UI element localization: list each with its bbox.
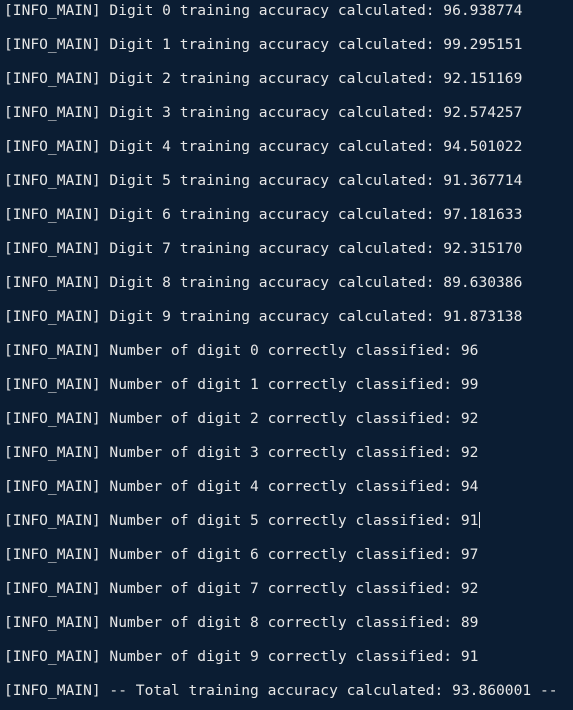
log-line: [INFO_MAIN] Digit 7 training accuracy ca…	[4, 240, 523, 257]
log-line: [INFO_MAIN] Digit 8 training accuracy ca…	[4, 274, 523, 291]
log-line: [INFO_MAIN] Digit 0 training accuracy ca…	[4, 2, 523, 19]
log-line: [INFO_MAIN] Number of digit 9 correctly …	[4, 648, 479, 665]
log-line-total: [INFO_MAIN] -- Total training accuracy c…	[4, 682, 558, 699]
log-line: [INFO_MAIN] Digit 2 training accuracy ca…	[4, 70, 523, 87]
log-line: [INFO_MAIN] Digit 6 training accuracy ca…	[4, 206, 523, 223]
log-line: [INFO_MAIN] Number of digit 4 correctly …	[4, 478, 479, 495]
text-cursor	[479, 512, 481, 528]
log-line-with-cursor: [INFO_MAIN] Number of digit 5 correctly …	[4, 511, 481, 531]
log-line: [INFO_MAIN] Number of digit 8 correctly …	[4, 614, 479, 631]
log-line: [INFO_MAIN] Number of digit 2 correctly …	[4, 410, 479, 427]
log-line: [INFO_MAIN] Digit 9 training accuracy ca…	[4, 308, 523, 325]
terminal-window[interactable]: [INFO_MAIN] Digit 0 training accuracy ca…	[0, 0, 573, 710]
log-line-text: [INFO_MAIN] Number of digit 5 correctly …	[4, 512, 479, 529]
log-line: [INFO_MAIN] Number of digit 7 correctly …	[4, 580, 479, 597]
log-line: [INFO_MAIN] Digit 4 training accuracy ca…	[4, 138, 523, 155]
log-line: [INFO_MAIN] Number of digit 6 correctly …	[4, 546, 479, 563]
log-line: [INFO_MAIN] Digit 1 training accuracy ca…	[4, 36, 523, 53]
log-line: [INFO_MAIN] Number of digit 3 correctly …	[4, 444, 479, 461]
log-line: [INFO_MAIN] Digit 5 training accuracy ca…	[4, 172, 523, 189]
log-line: [INFO_MAIN] Digit 3 training accuracy ca…	[4, 104, 523, 121]
log-line: [INFO_MAIN] Number of digit 1 correctly …	[4, 376, 479, 393]
log-line: [INFO_MAIN] Number of digit 0 correctly …	[4, 342, 479, 359]
